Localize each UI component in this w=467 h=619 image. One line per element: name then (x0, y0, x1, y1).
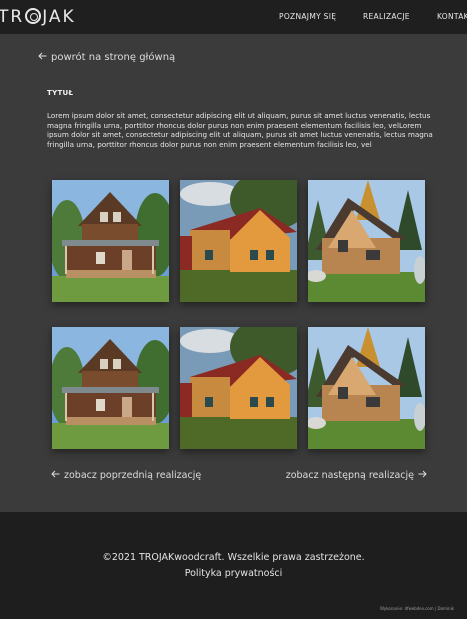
privacy-policy-link[interactable]: Polityka prywatności (0, 568, 467, 579)
log-house-image (52, 327, 169, 449)
logo-prefix: TR (0, 7, 25, 27)
site-header: TR JAK POZNAJMY SIĘ REALIZACJE KONTAKT (0, 0, 467, 34)
logo-suffix: JAK (42, 7, 76, 27)
gallery-photo-log-cabin[interactable] (308, 180, 425, 302)
gallery-photo-orange-barn[interactable] (180, 327, 297, 449)
gallery-photo-log-house[interactable] (52, 327, 169, 449)
copyright-text: ©2021 TROJAKwoodcraft. Wszelkie prawa za… (102, 552, 365, 563)
orange-barn-image (180, 327, 297, 449)
prev-project-label: zobacz poprzednią realizację (64, 470, 202, 481)
gallery-photo-orange-barn[interactable] (180, 180, 297, 302)
back-link[interactable]: powrót na stronę główną (38, 52, 175, 63)
next-project-label: zobacz następną realizację (285, 470, 414, 481)
gallery-photo-log-cabin[interactable] (308, 327, 425, 449)
nav-item-about[interactable]: POZNAJMY SIĘ (279, 12, 336, 21)
credit-text[interactable]: Wykonanie: dfwebdev.com | Dominik (380, 606, 454, 611)
project-description: Lorem ipsum dolor sit amet, consectetur … (47, 111, 433, 149)
nav-item-realizations[interactable]: REALIZACJE (363, 12, 410, 21)
log-cabin-image (308, 327, 425, 449)
gallery-photo-log-house[interactable] (52, 180, 169, 302)
nav-item-contact[interactable]: KONTAKT (437, 12, 467, 21)
arrow-left-icon (51, 470, 60, 478)
project-title: TYTUŁ (47, 89, 74, 97)
log-house-image (52, 180, 169, 302)
next-project-link[interactable]: zobacz następną realizację (286, 470, 427, 481)
logo[interactable]: TR JAK (0, 7, 76, 27)
site-footer: ©2021 TROJAKwoodcraft. Wszelkie prawa za… (0, 512, 467, 619)
log-cabin-image (308, 180, 425, 302)
back-link-label: powrót na stronę główną (51, 52, 176, 63)
arrow-left-icon (38, 52, 47, 60)
prev-project-link[interactable]: zobacz poprzednią realizację (51, 470, 201, 481)
orange-barn-image (180, 180, 297, 302)
arrow-right-icon (418, 470, 427, 478)
logo-ring-icon (25, 8, 42, 24)
